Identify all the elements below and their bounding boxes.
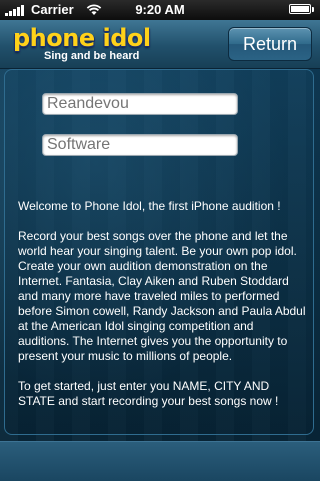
return-button[interactable]: Return — [228, 27, 312, 61]
city-input[interactable] — [43, 135, 237, 155]
logo-subtitle: Sing and be heard — [44, 50, 140, 62]
app-logo: phone idol Sing and be heard — [13, 24, 151, 62]
battery-icon — [289, 4, 314, 14]
name-input[interactable] — [43, 94, 237, 114]
status-bar: Carrier 9:20 AM — [0, 0, 320, 20]
intro-welcome: Welcome to Phone Idol, the first iPhone … — [18, 199, 281, 213]
city-field-wrapper — [42, 134, 238, 156]
intro-description: Record your best songs over the phone an… — [18, 229, 306, 363]
bottom-bar — [0, 441, 320, 481]
name-field-wrapper — [42, 93, 238, 115]
logo-title: phone idol — [13, 24, 151, 52]
main-content: Welcome to Phone Idol, the first iPhone … — [0, 69, 320, 441]
nav-bar: phone idol Sing and be heard Return — [0, 20, 320, 69]
status-time: 9:20 AM — [135, 2, 185, 17]
intro-text: Welcome to Phone Idol, the first iPhone … — [18, 199, 306, 424]
intro-instructions: To get started, just enter you NAME, CIT… — [18, 379, 279, 408]
battery-level — [291, 6, 309, 12]
